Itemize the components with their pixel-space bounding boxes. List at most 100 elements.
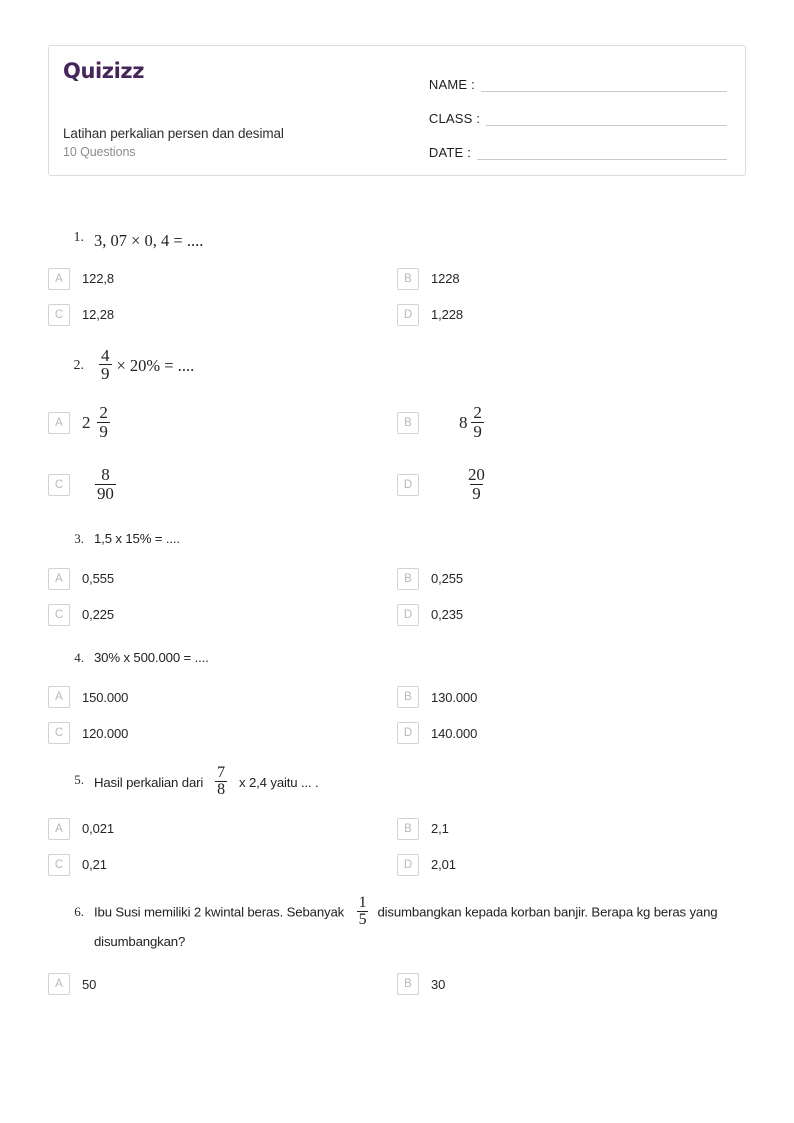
question-header: 4. 30% x 500.000 = ....	[48, 648, 746, 668]
fraction-numerator: 8	[101, 465, 110, 485]
option-row: C 0,225 D 0,235	[48, 602, 746, 628]
option-d[interactable]: D 0,235	[397, 602, 746, 628]
date-input[interactable]	[477, 159, 727, 160]
option-d[interactable]: D 1,228	[397, 302, 746, 328]
name-field-label: NAME :	[428, 77, 475, 92]
option-a[interactable]: A 0,555	[48, 566, 397, 592]
fraction-numerator: 2	[473, 403, 482, 423]
question-item: 6. Ibu Susi memiliki 2 kwintal beras. Se…	[48, 893, 746, 997]
question-number: 5.	[74, 772, 84, 788]
class-field-row: CLASS :	[429, 98, 727, 129]
option-letter-d: D	[397, 853, 419, 876]
mixed-fraction: 2 9	[471, 403, 484, 440]
option-a[interactable]: A 0,021	[48, 816, 397, 842]
option-row: A 122,8 B 1228	[48, 266, 746, 292]
question-text: 30% x 500.000 = ....	[94, 649, 209, 665]
mixed-number: 8 2 9	[459, 403, 486, 441]
worksheet-header-card: Quizizz Latihan perkalian persen dan des…	[48, 45, 746, 176]
question-number: 1.	[73, 230, 85, 245]
option-c[interactable]: C 8 90	[48, 459, 397, 511]
options-group: A 0,555 B 0,255 C 0,225 D 0,235	[48, 566, 746, 628]
question-header: 2. 4 9 × 20% = ....	[48, 345, 746, 384]
option-d[interactable]: D 140.000	[397, 720, 746, 746]
option-c[interactable]: C 0,225	[48, 602, 397, 628]
option-d[interactable]: D 20 9	[397, 459, 746, 511]
option-text-b: 130.000	[431, 689, 478, 705]
option-b[interactable]: B 30	[397, 971, 746, 997]
mixed-number: 2 2 9	[82, 403, 115, 441]
question-text: 4 9 × 20% = ....	[94, 345, 746, 384]
option-letter-c: C	[48, 303, 70, 326]
option-letter-d: D	[397, 603, 419, 626]
option-a[interactable]: A 2 2 9	[48, 397, 397, 449]
option-d[interactable]: D 2,01	[397, 852, 746, 878]
option-b[interactable]: B 2,1	[397, 816, 746, 842]
mixed-whole: 2	[82, 413, 91, 433]
fraction-numerator: 4	[101, 345, 110, 365]
fraction-denominator: 9	[99, 363, 112, 383]
question-fraction: 1 5	[356, 893, 369, 929]
option-text-c: 8 90	[90, 466, 121, 503]
option-letter-d: D	[397, 722, 419, 745]
option-b[interactable]: B 0,255	[397, 566, 746, 592]
fraction-numerator: 1	[358, 893, 367, 911]
option-text-a: 0,555	[82, 571, 115, 587]
option-letter-a: A	[48, 817, 70, 840]
option-letter-c: C	[48, 603, 70, 626]
option-b[interactable]: B 8 2 9	[397, 397, 746, 449]
questions-list: 1. 3, 07 × 0, 4 = .... A 122,8 B 1228 C …	[48, 228, 746, 1013]
worksheet-page: Quizizz Latihan perkalian persen dan des…	[0, 0, 794, 1123]
question-text: Ibu Susi memiliki 2 kwintal beras. Seban…	[94, 893, 746, 955]
option-text-d: 1,228	[431, 307, 464, 323]
option-a[interactable]: A 50	[48, 971, 397, 997]
option-c[interactable]: C 12,28	[48, 302, 397, 328]
option-text-d: 2,01	[431, 857, 456, 873]
option-b[interactable]: B 1228	[397, 266, 746, 292]
question-header: 3. 1,5 x 15% = ....	[48, 529, 746, 549]
class-input[interactable]	[486, 125, 727, 126]
option-row: A 2 2 9 B 8 2 9	[48, 397, 746, 449]
option-text-a: 150.000	[82, 689, 129, 705]
option-text-d: 20 9	[461, 466, 492, 503]
question-header: 5. Hasil perkalian dari 7 8 x 2,4 yaitu …	[48, 764, 746, 800]
question-number: 3.	[74, 531, 84, 547]
option-a[interactable]: A 150.000	[48, 684, 397, 710]
fraction-denominator: 9	[97, 421, 110, 441]
question-text: 1,5 x 15% = ....	[94, 531, 180, 547]
option-letter-a: A	[48, 686, 70, 709]
question-item: 5. Hasil perkalian dari 7 8 x 2,4 yaitu …	[48, 764, 746, 878]
fraction-numerator: 2	[99, 403, 108, 423]
option-letter-c: C	[48, 853, 70, 876]
header-left-panel: Quizizz Latihan perkalian persen dan des…	[49, 46, 411, 175]
options-group: A 150.000 B 130.000 C 120.000 D 140.000	[48, 684, 746, 746]
option-a[interactable]: A 122,8	[48, 266, 397, 292]
option-letter-b: B	[397, 973, 419, 996]
option-letter-a: A	[48, 267, 70, 290]
option-b[interactable]: B 130.000	[397, 684, 746, 710]
option-fraction: 8 90	[95, 466, 116, 502]
option-text-b: 1228	[431, 271, 460, 287]
name-input[interactable]	[480, 91, 727, 92]
option-letter-c: C	[48, 722, 70, 745]
option-text-a: 122,8	[82, 271, 115, 287]
option-c[interactable]: C 120.000	[48, 720, 397, 746]
option-text-c: 12,28	[82, 307, 115, 323]
question-text-after: x 2,4 yaitu ... .	[239, 774, 319, 790]
option-letter-d: D	[397, 474, 419, 497]
option-letter-a: A	[48, 412, 70, 435]
question-item: 3. 1,5 x 15% = .... A 0,555 B 0,255 C 0,…	[48, 529, 746, 627]
fraction-denominator: 90	[95, 483, 116, 503]
question-fraction: 4 9	[99, 345, 112, 383]
date-field-row: DATE :	[429, 132, 727, 163]
option-row: A 150.000 B 130.000	[48, 684, 746, 710]
option-letter-a: A	[48, 973, 70, 996]
option-text-a: 50	[82, 976, 97, 992]
mixed-whole: 8	[459, 413, 468, 433]
name-field-row: NAME :	[429, 64, 727, 95]
fraction-denominator: 5	[356, 911, 369, 929]
option-c[interactable]: C 0,21	[48, 852, 397, 878]
question-fraction: 7 8	[215, 764, 228, 799]
option-text-b: 30	[431, 976, 446, 992]
fraction-denominator: 8	[215, 781, 228, 799]
option-letter-b: B	[397, 686, 419, 709]
